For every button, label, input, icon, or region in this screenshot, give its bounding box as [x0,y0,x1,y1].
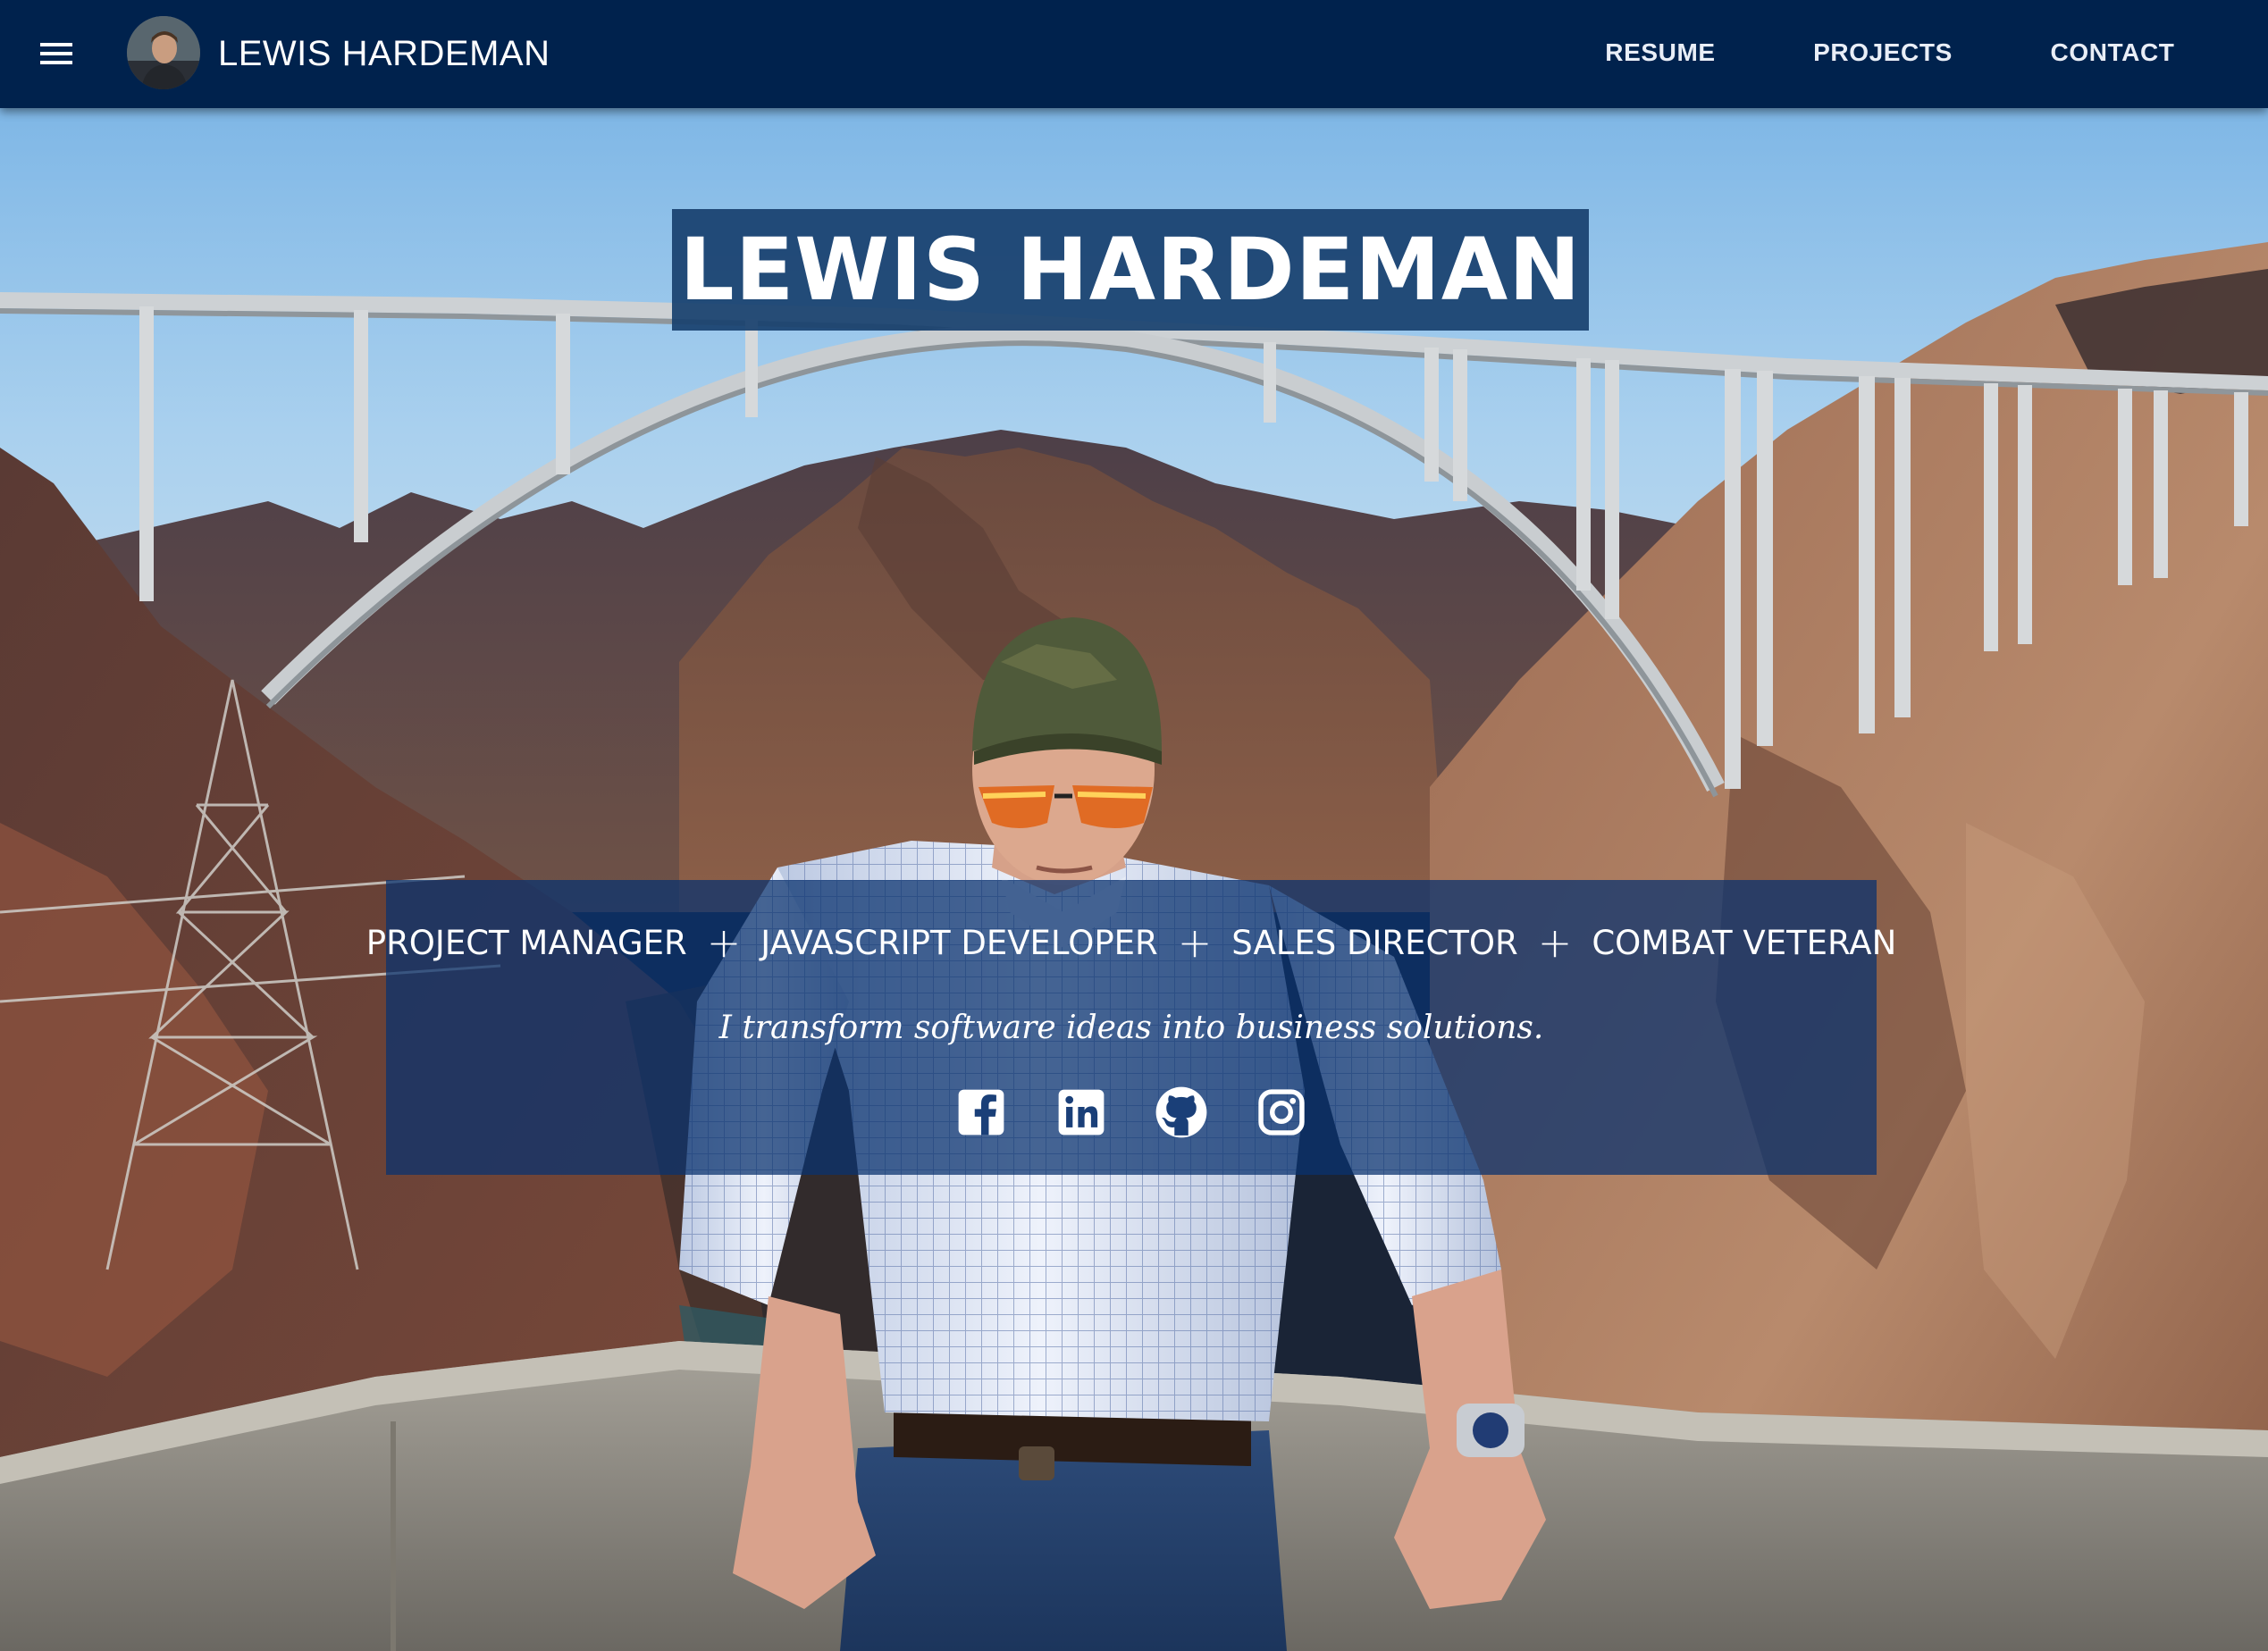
roles-list: PROJECT MANAGER + JAVASCRIPT DEVELOPER +… [366,916,1896,969]
facebook-icon [958,1089,1004,1136]
nav-projects-link[interactable]: PROJECTS [1809,32,1957,73]
hero-tagline: I transform software ideas into business… [718,1010,1544,1046]
github-icon [1155,1086,1207,1138]
role-combat-veteran: COMBAT VETERAN [1592,923,1897,962]
role-separator: + [706,918,742,967]
top-app-bar: LEWIS HARDEMAN RESUME PROJECTS CONTACT [0,0,2268,108]
role-javascript-developer: JAVASCRIPT DEVELOPER [760,923,1158,962]
linkedin-icon [1058,1089,1105,1136]
hamburger-menu-icon [40,43,72,64]
site-title[interactable]: LEWIS HARDEMAN [218,30,550,77]
instagram-link[interactable] [1254,1085,1309,1140]
instagram-icon [1258,1089,1305,1136]
nav-resume-link[interactable]: RESUME [1591,32,1730,73]
linkedin-link[interactable] [1054,1085,1109,1140]
hero-name-banner: LEWIS HARDEMAN [672,209,1589,331]
profile-avatar[interactable] [127,16,200,89]
hero-info-panel: PROJECT MANAGER + JAVASCRIPT DEVELOPER +… [366,880,1896,1175]
menu-button[interactable] [27,27,86,80]
social-links [386,1078,1877,1146]
role-sales-director: SALES DIRECTOR [1231,923,1518,962]
role-separator: + [1177,918,1213,967]
hero-section: LEWIS HARDEMAN PROJECT MANAGER + JAVASCR… [0,108,2268,1651]
role-project-manager: PROJECT MANAGER [365,923,687,962]
hero-name: LEWIS HARDEMAN [679,220,1582,320]
facebook-link[interactable] [953,1085,1009,1140]
role-separator: + [1537,918,1573,967]
github-link[interactable] [1154,1085,1209,1140]
nav-contact-link[interactable]: CONTACT [2037,32,2188,73]
